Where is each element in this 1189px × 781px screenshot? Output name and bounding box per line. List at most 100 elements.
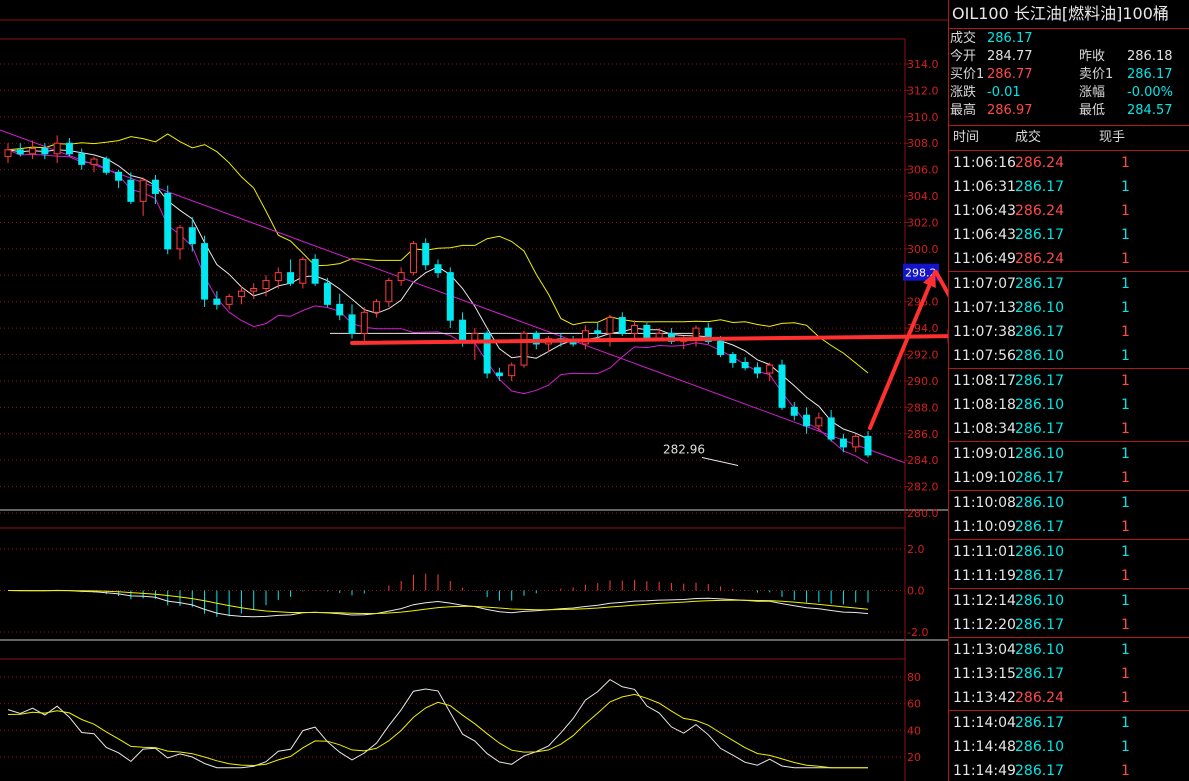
- trade-row[interactable]: 11:09:10 286.17 1: [949, 466, 1189, 490]
- candle-body: [201, 243, 209, 300]
- macd-tick-label: -2.0: [907, 626, 928, 639]
- candle-body: [274, 272, 282, 282]
- price-axis: 314.0 312.0 310.0 308.0 306.0 304.0 302.0 300.0…: [903, 58, 939, 764]
- macd-tick-label: 2.0: [907, 543, 925, 556]
- candle-body: [53, 142, 61, 155]
- trade-row[interactable]: 11:13:04 286.10 1: [949, 637, 1189, 662]
- annotations: 282.96: [350, 270, 948, 457]
- candle-body: [65, 142, 73, 155]
- trade-row[interactable]: 11:09:01 286.10 1: [949, 441, 1189, 466]
- price-tick-label: 306.0: [907, 164, 939, 177]
- trade-time: 11:14:49: [953, 763, 1016, 779]
- volume-header: 现手: [1099, 130, 1126, 145]
- trade-price: 286.17: [1015, 179, 1064, 195]
- trade-time: 11:06:49: [953, 251, 1016, 267]
- trade-time: 11:14:04: [953, 715, 1016, 731]
- quote-field: 286.97: [987, 103, 1033, 118]
- candle-body: [815, 417, 823, 427]
- trade-row[interactable]: 11:10:09 286.17 1: [949, 515, 1189, 539]
- candle-body: [827, 417, 835, 440]
- trade-row[interactable]: 11:08:18 286.10 1: [949, 393, 1189, 417]
- trade-price: 286.10: [1015, 446, 1064, 462]
- candle-body: [262, 280, 270, 290]
- trade-time: 11:06:43: [953, 227, 1016, 243]
- trade-row[interactable]: 11:14:48 286.10 1: [949, 735, 1189, 759]
- candle-body: [164, 192, 172, 250]
- trade-row[interactable]: 11:12:20 286.17 1: [949, 613, 1189, 637]
- quote-field: 昨收: [1079, 49, 1106, 64]
- trade-time: 11:06:16: [953, 155, 1016, 171]
- trade-time: 11:07:07: [953, 276, 1016, 292]
- trade-row[interactable]: 11:13:15 286.17 1: [949, 662, 1189, 686]
- dif-line: [7, 589, 869, 618]
- quote-field: -0.01: [987, 85, 1021, 100]
- candle-body: [385, 280, 393, 303]
- candle-body: [594, 330, 602, 334]
- trade-row[interactable]: 11:08:34 286.17 1: [949, 417, 1189, 441]
- chart-area[interactable]: 314.0 312.0 310.0 308.0 306.0 304.0 302.0 300.0…: [0, 0, 948, 781]
- candle-body: [753, 367, 761, 374]
- candle-body: [29, 148, 37, 155]
- candle-body: [864, 435, 872, 456]
- candle-body: [127, 179, 135, 202]
- trade-row[interactable]: 11:14:49 286.17 1: [949, 759, 1189, 781]
- trade-vol: 1: [1121, 593, 1130, 609]
- quote-field: 286.17: [987, 31, 1033, 46]
- trade-row[interactable]: 11:11:01 286.10 1: [949, 539, 1189, 564]
- trade-time: 11:10:09: [953, 519, 1016, 535]
- trade-row[interactable]: 11:10:08 286.10 1: [949, 490, 1189, 515]
- quote-sidebar: OIL100 长江油[燃料油]100桶 成交 286.17 今开 284.77 昨收 28…: [948, 0, 1189, 781]
- trade-row[interactable]: 11:06:16 286.24 1: [949, 151, 1189, 175]
- trade-vol: 1: [1121, 495, 1130, 511]
- trade-time: 11:09:10: [953, 470, 1016, 486]
- trade-time: 11:06:31: [953, 179, 1016, 195]
- candle-body: [520, 332, 528, 366]
- trade-row[interactable]: 11:07:56 286.10 1: [949, 344, 1189, 368]
- trade-row[interactable]: 11:07:07 286.17 1: [949, 271, 1189, 296]
- kdj-panel: [7, 678, 868, 769]
- trade-row[interactable]: 11:06:43 286.24 1: [949, 199, 1189, 223]
- trade-row[interactable]: 11:06:43 286.17 1: [949, 223, 1189, 247]
- trade-vol: 1: [1121, 227, 1130, 243]
- trade-time: 11:07:38: [953, 324, 1016, 340]
- low-annotation: 282.96: [663, 443, 705, 457]
- candle-body: [409, 243, 417, 274]
- trade-row[interactable]: 11:08:17 286.17 1: [949, 368, 1189, 393]
- price-tick-label: 310.0: [907, 111, 939, 124]
- quote-field: 最低: [1079, 103, 1106, 118]
- price-tick-label: 300.0: [907, 243, 939, 256]
- trade-vol: 1: [1121, 642, 1130, 658]
- trade-row[interactable]: 11:12:14 286.10 1: [949, 588, 1189, 613]
- trade-time: 11:11:01: [953, 544, 1016, 560]
- candle-body: [139, 179, 147, 202]
- trade-row[interactable]: 11:07:13 286.10 1: [949, 296, 1189, 320]
- candle-body: [717, 340, 725, 356]
- candle-body: [176, 227, 184, 250]
- trade-row[interactable]: 11:11:19 286.17 1: [949, 564, 1189, 588]
- candle-body: [508, 364, 516, 377]
- trade-time: 11:07:56: [953, 348, 1016, 364]
- trade-row[interactable]: 11:13:42 286.24 1: [949, 686, 1189, 710]
- kdj-tick-label: 20: [907, 751, 921, 764]
- trade-row[interactable]: 11:07:38 286.17 1: [949, 320, 1189, 344]
- trade-row[interactable]: 11:14:04 286.17 1: [949, 710, 1189, 735]
- trade-list[interactable]: 11:06:16 286.24 1 11:06:31 286.17 1 11:06:43 28…: [949, 151, 1189, 781]
- candle-body: [41, 148, 49, 155]
- candle-body: [483, 332, 491, 374]
- candle-body: [422, 243, 430, 266]
- trade-row[interactable]: 11:06:31 286.17 1: [949, 175, 1189, 199]
- trade-vol: 1: [1121, 519, 1130, 535]
- lower-band-line: [7, 149, 869, 464]
- k-line: [7, 678, 868, 769]
- candle-body: [397, 272, 405, 282]
- trade-row[interactable]: 11:06:49 286.24 1: [949, 247, 1189, 271]
- candle-body: [336, 303, 344, 316]
- price-tick-label: 284.0: [907, 454, 939, 467]
- candle-body: [16, 149, 24, 155]
- trade-time: 11:08:18: [953, 397, 1016, 413]
- trade-vol: 1: [1121, 300, 1130, 316]
- trade-price: 286.10: [1015, 593, 1064, 609]
- candle-body: [360, 311, 368, 334]
- quote-row: 今开 284.77 昨收 286.18: [949, 48, 1189, 66]
- kdj-tick-label: 60: [907, 698, 921, 711]
